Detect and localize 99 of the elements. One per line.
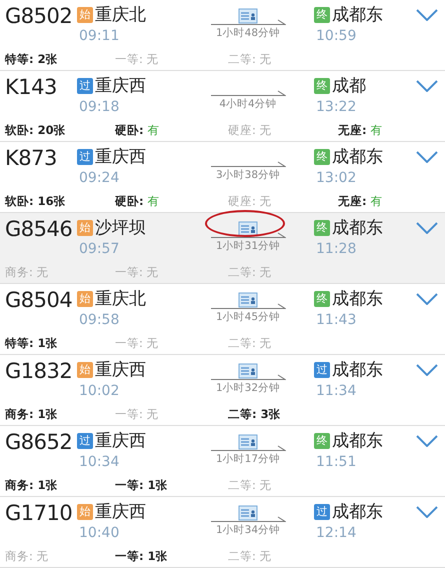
station-name: 重庆北: [95, 4, 146, 27]
seat-info: 硬卧: 有: [115, 122, 161, 139]
train-number: G1710: [5, 500, 74, 527]
chevron-down-icon[interactable]: [416, 506, 438, 518]
station-name: 重庆西: [95, 146, 146, 169]
time-text: 11:34: [315, 382, 358, 400]
seat-info: 二等: 无: [228, 51, 273, 68]
seat-info: 特等: 2张: [5, 51, 59, 68]
time-text: 09:18: [78, 98, 120, 116]
seat-info: 一等: 无: [115, 264, 160, 281]
duration-text: 1小时34分钟: [216, 524, 280, 537]
seat-info: 一等: 无: [115, 51, 160, 68]
seat-info: 二等: 无: [228, 335, 273, 352]
train-number: G1832: [5, 358, 74, 385]
seat-info: 硬座: 无: [228, 122, 273, 139]
chevron-down-icon[interactable]: [416, 80, 438, 92]
time-text: 11:28: [315, 240, 358, 258]
time-text: 09:11: [78, 27, 120, 45]
station-name: 成都东: [332, 146, 383, 169]
seat-info: 商务: 1张: [5, 477, 59, 494]
seat-info: 一等: 无: [115, 335, 160, 352]
station-name: 成都: [332, 75, 366, 98]
station-tag: 始: [77, 7, 93, 23]
seat-info: 二等: 无: [228, 548, 273, 565]
train-number: G8502: [5, 3, 74, 30]
time-text: 13:02: [315, 169, 358, 187]
station-name: 沙坪坝: [95, 217, 146, 240]
seat-info: 一等: 1张: [115, 548, 169, 565]
station-name: 成都东: [332, 430, 383, 453]
seat-info: 无座: 有: [338, 193, 384, 210]
station-tag: 终: [314, 78, 330, 94]
time-text: 09:24: [78, 169, 120, 187]
station-name: 重庆西: [95, 75, 146, 98]
duration-text: 1小时32分钟: [216, 382, 280, 395]
train-number: K143: [5, 74, 58, 101]
station-name: 重庆西: [95, 359, 146, 382]
station-tag: 始: [77, 362, 93, 378]
duration-text: 1小时45分钟: [216, 311, 280, 324]
time-text: 10:59: [315, 27, 358, 45]
duration-text: 1小时31分钟: [216, 240, 280, 253]
time-text: 09:57: [78, 240, 120, 258]
seat-info: 特等: 1张: [5, 335, 59, 352]
station-tag: 过: [77, 433, 93, 449]
station-name: 成都东: [332, 288, 383, 311]
seat-info: 商务: 1张: [5, 406, 59, 423]
time-text: 10:34: [78, 453, 120, 471]
train-number: G8504: [5, 287, 74, 314]
duration-text: 1小时48分钟: [216, 27, 280, 40]
time-text: 09:58: [78, 311, 120, 329]
duration-text: 3小时38分钟: [216, 169, 280, 182]
chevron-down-icon[interactable]: [416, 222, 438, 234]
seat-info: 二等: 3张: [228, 406, 282, 423]
seat-info: 硬座: 无: [228, 193, 273, 210]
chevron-down-icon[interactable]: [416, 293, 438, 305]
station-tag: 始: [77, 220, 93, 236]
seat-info: 商务: 无: [5, 264, 50, 281]
train-row[interactable]: G8546 始 沙坪坝 09:57 1小时31分钟 终 成都东 11:28 商务: 无 一等: 无 二等: 无: [0, 213, 445, 284]
seat-info: 二等: 无: [228, 264, 273, 281]
seat-info: 商务: 无: [5, 548, 50, 565]
seat-info: 软卧: 16张: [5, 193, 67, 210]
station-name: 重庆西: [95, 430, 146, 453]
station-name: 成都东: [332, 4, 383, 27]
seat-info: 二等: 无: [228, 477, 273, 494]
station-tag: 过: [314, 504, 330, 520]
seat-info: 一等: 1张: [115, 477, 169, 494]
seat-info: 软卧: 20张: [5, 122, 67, 139]
station-tag: 过: [77, 78, 93, 94]
seat-info: 一等: 无: [115, 406, 160, 423]
chevron-down-icon[interactable]: [416, 364, 438, 376]
time-text: 10:02: [78, 382, 120, 400]
station-name: 成都东: [332, 501, 383, 524]
station-tag: 始: [77, 291, 93, 307]
station-tag: 始: [77, 504, 93, 520]
station-tag: 终: [314, 220, 330, 236]
station-tag: 终: [314, 433, 330, 449]
duration-text: 4小时4分钟: [219, 98, 277, 111]
chevron-down-icon[interactable]: [416, 9, 438, 21]
seat-info: 无座: 有: [338, 122, 384, 139]
station-tag: 终: [314, 149, 330, 165]
time-text: 10:40: [78, 524, 120, 542]
station-tag: 过: [77, 149, 93, 165]
time-text: 13:22: [315, 98, 358, 116]
train-number: G8546: [5, 216, 74, 243]
time-text: 11:51: [315, 453, 358, 471]
station-name: 成都东: [332, 217, 383, 240]
station-name: 成都东: [332, 359, 383, 382]
train-number: G8652: [5, 429, 74, 456]
time-text: 11:43: [315, 311, 358, 329]
chevron-down-icon[interactable]: [416, 151, 438, 163]
time-text: 12:14: [315, 524, 358, 542]
station-tag: 终: [314, 7, 330, 23]
chevron-down-icon[interactable]: [416, 435, 438, 447]
station-tag: 终: [314, 291, 330, 307]
duration-text: 1小时17分钟: [216, 453, 280, 466]
station-tag: 过: [314, 362, 330, 378]
seat-info: 硬卧: 有: [115, 193, 161, 210]
station-name: 重庆西: [95, 501, 146, 524]
station-name: 重庆北: [95, 288, 146, 311]
train-number: K873: [5, 145, 58, 172]
